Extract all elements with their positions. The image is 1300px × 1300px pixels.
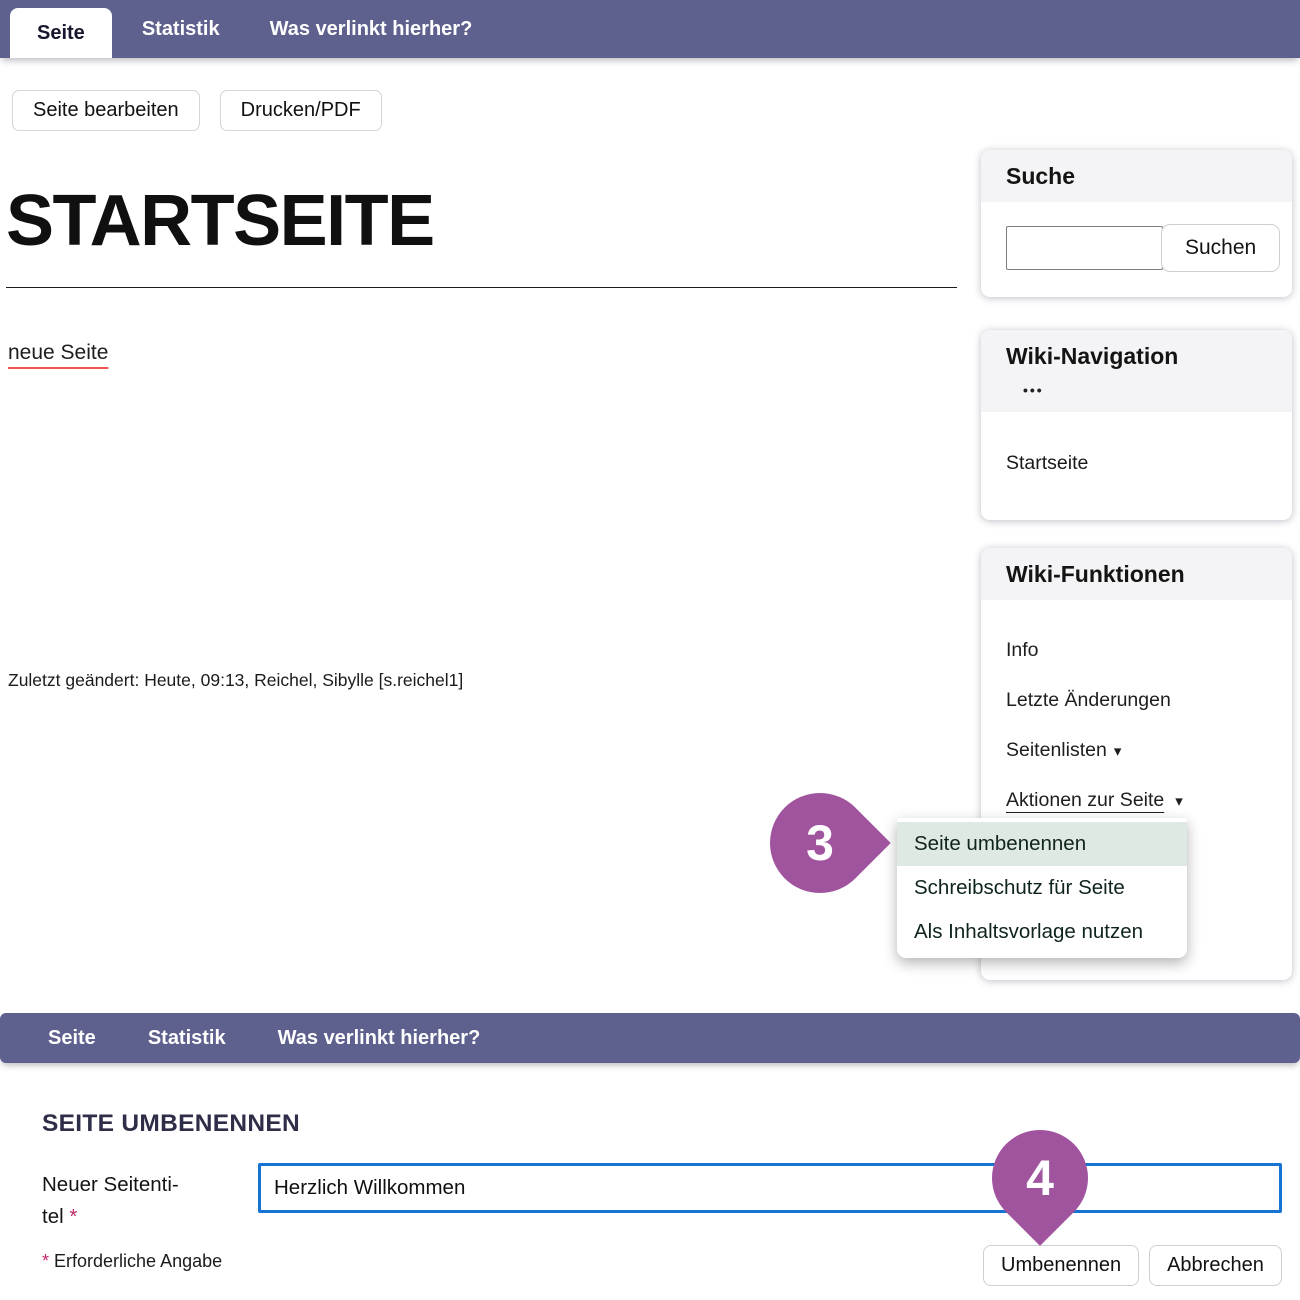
tab-seite[interactable]: Seite	[48, 1027, 96, 1050]
chevron-down-icon: ▾	[1175, 793, 1183, 810]
search-box-header: Suche	[981, 150, 1292, 202]
new-title-input[interactable]	[258, 1163, 1282, 1213]
last-modified-text: Zuletzt geändert: Heute, 09:13, Reichel,…	[8, 670, 463, 691]
func-item-label: Info	[1006, 639, 1039, 661]
menu-item-schreibschutz[interactable]: Schreibschutz für Seite	[897, 866, 1187, 910]
menu-item-seite-umbenennen[interactable]: Seite umbenennen	[897, 822, 1187, 866]
tab-was-verlinkt-hierher[interactable]: Was verlinkt hierher?	[278, 1027, 481, 1050]
step-3-callout: 3	[749, 772, 890, 913]
search-box-title: Suche	[1006, 163, 1075, 189]
required-asterisk: *	[69, 1205, 77, 1228]
wiki-navigation-body: Startseite	[981, 412, 1292, 475]
wiki-navigation-header: Wiki-Navigation •••	[981, 330, 1292, 412]
rename-button[interactable]: Umbenennen	[983, 1245, 1139, 1286]
tab-was-verlinkt-hierher[interactable]: Was verlinkt hierher?	[250, 18, 493, 41]
rename-section-heading: SEITE UMBENENNEN	[42, 1110, 300, 1138]
new-title-label-line1: Neuer Seitenti-	[42, 1173, 179, 1196]
wiki-functions-header: Wiki-Funktionen	[981, 548, 1292, 600]
nav-item-startseite[interactable]: Startseite	[1006, 452, 1267, 475]
required-asterisk: *	[42, 1251, 49, 1271]
rename-view-tab-bar: Seite Statistik Was verlinkt hierher?	[0, 1013, 1300, 1063]
edit-page-button[interactable]: Seite bearbeiten	[12, 90, 200, 131]
chevron-down-icon: ▾	[1114, 743, 1122, 760]
page-toolbar: Seite bearbeiten Drucken/PDF	[12, 90, 382, 131]
wiki-page: Seite Statistik Was verlinkt hierher? Se…	[0, 0, 1300, 1300]
func-item-label: Seitenlisten	[1006, 739, 1107, 761]
menu-item-inhaltsvorlage[interactable]: Als Inhaltsvorlage nutzen	[897, 910, 1187, 954]
tab-statistik[interactable]: Statistik	[122, 18, 240, 41]
required-note-text: Erforderliche Angabe	[54, 1251, 222, 1271]
search-input[interactable]	[1006, 226, 1163, 270]
wiki-functions-body: Info Letzte Änderungen Seitenlisten ▾ Akt…	[981, 600, 1292, 812]
wiki-functions-title: Wiki-Funktionen	[1006, 561, 1185, 587]
wiki-navigation-title: Wiki-Navigation	[1006, 343, 1178, 369]
required-note: * Erforderliche Angabe	[42, 1251, 222, 1272]
func-item-seitenlisten[interactable]: Seitenlisten ▾	[1006, 739, 1267, 762]
new-page-link[interactable]: neue Seite	[8, 341, 108, 365]
tab-statistik[interactable]: Statistik	[148, 1027, 226, 1050]
page-tab-bar: Seite Statistik Was verlinkt hierher?	[0, 0, 1300, 58]
cancel-button[interactable]: Abbrechen	[1149, 1245, 1282, 1286]
print-pdf-button[interactable]: Drucken/PDF	[220, 90, 382, 131]
func-item-info[interactable]: Info	[1006, 639, 1267, 662]
page-title: STARTSEITE	[6, 180, 434, 262]
title-divider	[6, 287, 957, 288]
wiki-navigation-box: Wiki-Navigation ••• Startseite	[981, 330, 1292, 520]
func-item-label: Aktionen zur Seite	[1006, 789, 1168, 811]
new-title-label-line2: tel	[42, 1205, 64, 1228]
func-item-label: Letzte Änderungen	[1006, 689, 1171, 711]
func-item-aktionen-zur-seite[interactable]: Aktionen zur Seite ▾	[1006, 789, 1267, 812]
ellipsis-icon[interactable]: •••	[1023, 382, 1267, 398]
step-4-callout: 4	[972, 1110, 1108, 1246]
new-title-label: Neuer Seitenti- tel *	[42, 1169, 217, 1233]
search-button[interactable]: Suchen	[1161, 224, 1280, 272]
tab-seite[interactable]: Seite	[10, 8, 112, 58]
page-actions-dropdown: Seite umbenennen Schreibschutz für Seite…	[897, 818, 1187, 958]
search-box: Suche Suchen	[981, 150, 1292, 297]
func-item-letzte-aenderungen[interactable]: Letzte Änderungen	[1006, 689, 1267, 712]
rename-form-buttons: Umbenennen Abbrechen	[983, 1245, 1282, 1286]
step-4-number: 4	[992, 1130, 1088, 1226]
step-3-number: 3	[770, 793, 870, 893]
search-box-body: Suchen	[981, 202, 1292, 272]
